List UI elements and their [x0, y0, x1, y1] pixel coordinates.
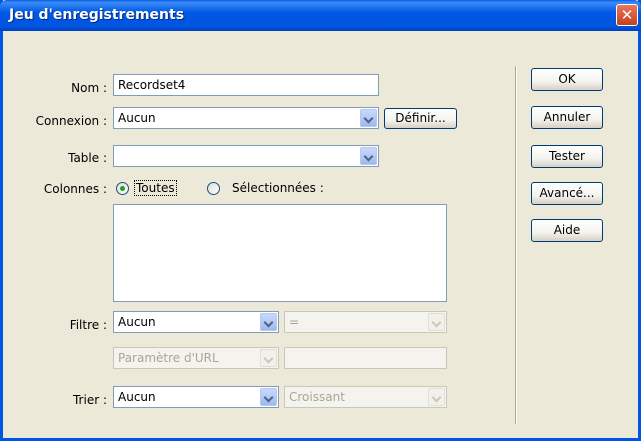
connection-value: Aucun: [118, 111, 156, 125]
connection-select[interactable]: Aucun: [113, 107, 379, 129]
columns-all-label: Toutes: [134, 180, 177, 196]
chevron-down-icon: [428, 313, 445, 331]
window-title: Jeu d'enregistrements: [9, 7, 185, 23]
columns-all-radio[interactable]: [116, 182, 129, 195]
filter-operator-value: =: [289, 315, 300, 329]
chevron-down-icon[interactable]: [260, 388, 277, 406]
chevron-down-icon[interactable]: [360, 109, 377, 127]
columns-all-option[interactable]: Toutes: [134, 180, 177, 196]
name-label: Nom :: [71, 81, 107, 95]
test-button[interactable]: Tester: [531, 145, 603, 168]
cancel-button[interactable]: Annuler: [531, 106, 603, 129]
advanced-button[interactable]: Avancé...: [531, 182, 603, 205]
chevron-down-icon: [260, 349, 277, 367]
ok-button[interactable]: OK: [531, 68, 603, 91]
title-bar: Jeu d'enregistrements ✕: [0, 0, 641, 31]
table-select[interactable]: [113, 145, 379, 167]
sort-label: Trier :: [72, 393, 107, 407]
sort-order-value: Croissant: [289, 390, 345, 404]
columns-selected-label[interactable]: Sélectionnées :: [232, 181, 324, 195]
filter-label: Filtre :: [69, 318, 107, 332]
filter-column-select[interactable]: Aucun: [113, 311, 279, 333]
chevron-down-icon[interactable]: [360, 147, 377, 165]
name-field[interactable]: Recordset4: [113, 74, 379, 96]
filter-param-value: Paramètre d'URL: [118, 351, 219, 365]
vertical-divider: [515, 66, 517, 424]
filter-value-field: [284, 347, 447, 369]
sort-order-select: Croissant: [284, 386, 447, 408]
sort-column-select[interactable]: Aucun: [113, 386, 279, 408]
filter-param-select: Paramètre d'URL: [113, 347, 279, 369]
define-button[interactable]: Définir...: [384, 108, 457, 129]
filter-column-value: Aucun: [118, 315, 156, 329]
connection-label: Connexion :: [35, 114, 107, 128]
close-icon[interactable]: ✕: [616, 4, 638, 26]
columns-label: Colonnes :: [43, 182, 107, 196]
filter-operator-select: =: [284, 311, 447, 333]
recordset-dialog: Jeu d'enregistrements ✕ Nom : Recordset4…: [0, 0, 641, 441]
help-button[interactable]: Aide: [531, 219, 603, 242]
sort-column-value: Aucun: [118, 390, 156, 404]
columns-listbox[interactable]: [113, 204, 447, 302]
chevron-down-icon: [428, 388, 445, 406]
columns-selected-radio[interactable]: [207, 182, 220, 195]
table-label: Table :: [68, 151, 107, 165]
chevron-down-icon[interactable]: [260, 313, 277, 331]
